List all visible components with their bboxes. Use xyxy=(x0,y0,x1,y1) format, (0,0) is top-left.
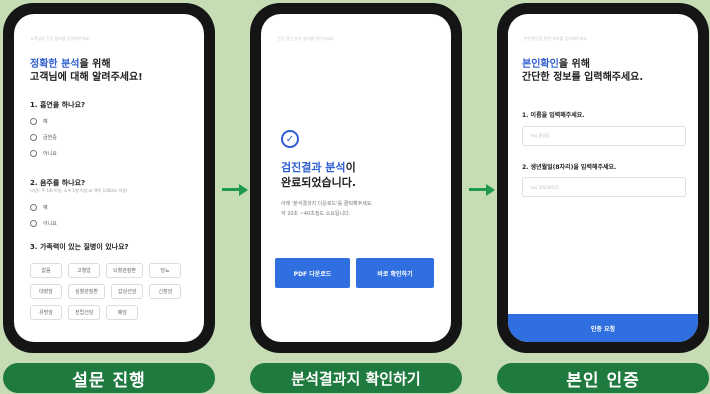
q3-chip-group: 없음 고혈압 뇌혈관질환 당뇨 대장암 심혈관질환 갑상선암 신장암 유방암 전… xyxy=(30,263,200,320)
q1-option-quit[interactable]: 금연중 xyxy=(30,134,57,141)
step-label-survey: 설문 진행 xyxy=(3,363,215,393)
verification-screen: 본인확인을 위한 정보를 입력해주세요 본인확인을 위해 간단한 정보를 입력해… xyxy=(508,14,698,342)
survey-top-hint: 고객님의 건강 정보를 입력해주세요 xyxy=(30,36,90,41)
chip-prostate-cancer[interactable]: 전립선암 xyxy=(68,305,101,320)
phone-result: 건강 검진 분석 결과를 확인하세요 ✓ 검진결과 분석이 완료되었습니다. 아… xyxy=(250,3,462,353)
check-circle-icon: ✓ xyxy=(281,130,299,148)
chip-colon-cancer[interactable]: 대장암 xyxy=(30,284,62,299)
birthdate-label: 2. 생년월일(8자리)을 입력해주세요. xyxy=(522,164,617,171)
q2-label: 2. 음주를 하나요? xyxy=(30,179,86,187)
chip-kidney-cancer[interactable]: 신장암 xyxy=(149,284,182,299)
survey-title-rest: 을 위해 xyxy=(79,59,111,70)
chip-lung-cancer[interactable]: 폐암 xyxy=(106,305,139,320)
chip-breast-cancer[interactable]: 유방암 xyxy=(30,305,62,320)
result-top-hint: 건강 검진 분석 결과를 확인하세요 xyxy=(277,36,334,41)
phone-survey: 고객님의 건강 정보를 입력해주세요 정확한 분석을 위해 고객님에 대해 알려… xyxy=(3,3,215,353)
result-desc-line1: 아래 '분석결과지 다운로드'를 클릭해주세요. xyxy=(281,201,373,207)
chip-none[interactable]: 없음 xyxy=(30,263,62,278)
arrow-right-icon xyxy=(469,184,495,196)
birthdate-input[interactable]: ex) 20230515 xyxy=(522,177,686,197)
chip-cardiovascular[interactable]: 심혈관질환 xyxy=(68,284,106,299)
phone-verification: 본인확인을 위한 정보를 입력해주세요 본인확인을 위해 간단한 정보를 입력해… xyxy=(497,3,709,353)
verification-title-highlight: 본인확인 xyxy=(522,59,559,70)
result-title-line2: 완료되었습니다. xyxy=(281,176,357,189)
result-title: 검진결과 분석이 완료되었습니다. xyxy=(281,160,356,190)
chip-cerebrovascular[interactable]: 뇌혈관질환 xyxy=(106,263,144,278)
result-desc-line2: 약 20초 ~40초정도 소요됩니다. xyxy=(281,211,351,217)
radio-circle-icon xyxy=(30,204,37,211)
chip-thyroid-cancer[interactable]: 갑상선암 xyxy=(111,284,144,299)
radio-circle-icon xyxy=(30,118,37,125)
arrow-right-icon xyxy=(222,184,248,196)
result-screen: 건강 검진 분석 결과를 확인하세요 ✓ 검진결과 분석이 완료되었습니다. 아… xyxy=(261,14,451,342)
survey-title-highlight: 정확한 분석 xyxy=(30,59,80,70)
step-label-result: 분석결과지 확인하기 xyxy=(250,363,462,393)
q2-option-no[interactable]: 아니요 xyxy=(30,220,57,227)
step-label-verification: 본인 인증 xyxy=(497,363,709,393)
verification-title-rest: 을 위해 xyxy=(558,59,590,70)
result-title-highlight: 검진결과 분석 xyxy=(281,161,346,174)
verification-top-hint: 본인확인을 위한 정보를 입력해주세요 xyxy=(524,36,587,41)
q1-option-yes[interactable]: 예 xyxy=(30,118,48,125)
radio-circle-icon xyxy=(30,134,37,141)
survey-title: 정확한 분석을 위해 고객님에 대해 알려주세요! xyxy=(30,58,143,84)
chip-hypertension[interactable]: 고혈압 xyxy=(68,263,100,278)
view-now-button[interactable]: 바로 확인하기 xyxy=(356,258,434,288)
verification-title-line2: 간단한 정보를 입력해주세요. xyxy=(522,72,644,83)
radio-circle-icon xyxy=(30,220,37,227)
q3-label: 3. 가족력이 있는 질병이 있나요? xyxy=(30,243,129,251)
result-title-rest: 이 xyxy=(345,161,356,174)
q2-sub: (기준: 주 1회 이상, 소주 1병 이상 or 맥주 1000cc 이상) xyxy=(30,188,128,193)
verification-title: 본인확인을 위해 간단한 정보를 입력해주세요. xyxy=(522,58,643,84)
auth-request-button[interactable]: 인증 요청 xyxy=(508,314,698,342)
name-input[interactable]: ex) 홍길동 xyxy=(522,126,686,146)
survey-screen: 고객님의 건강 정보를 입력해주세요 정확한 분석을 위해 고객님에 대해 알려… xyxy=(14,14,204,342)
radio-circle-icon xyxy=(30,150,37,157)
q1-label: 1. 흡연을 하나요? xyxy=(30,101,86,109)
name-label: 1. 이름을 입력해주세요. xyxy=(522,112,585,119)
pdf-download-button[interactable]: PDF 다운로드 xyxy=(275,258,350,288)
q2-option-yes[interactable]: 예 xyxy=(30,204,48,211)
survey-title-line2: 고객님에 대해 알려주세요! xyxy=(30,72,143,83)
q1-option-no[interactable]: 아니요 xyxy=(30,150,57,157)
chip-diabetes[interactable]: 당뇨 xyxy=(149,263,182,278)
